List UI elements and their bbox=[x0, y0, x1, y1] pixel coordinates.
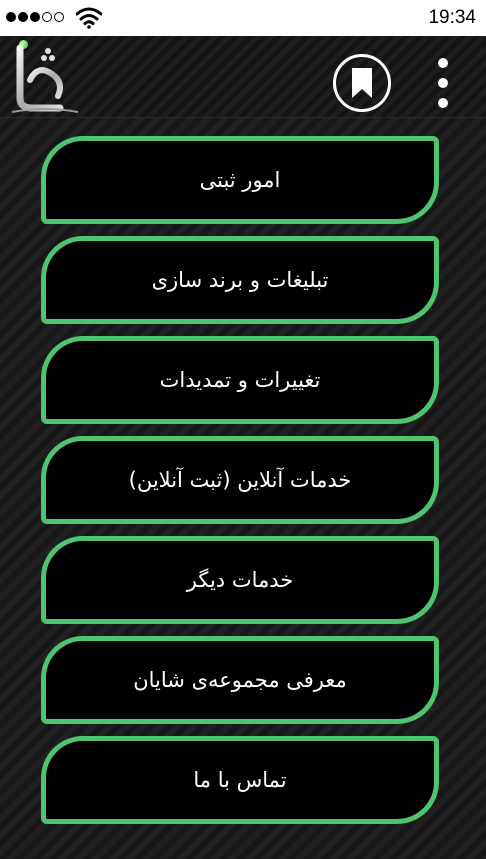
menu-item-online-services[interactable]: خدمات آنلاین (ثبت آنلاین) bbox=[41, 436, 439, 524]
menu-dot-icon bbox=[438, 98, 448, 108]
wifi-icon bbox=[76, 7, 102, 29]
menu-item-advertising-branding[interactable]: تبلیغات و برند سازی bbox=[41, 236, 439, 324]
menu-dot-icon bbox=[438, 78, 448, 88]
status-bar: 19:34 bbox=[0, 0, 486, 36]
menu-item-changes-renewals[interactable]: تغییرات و تمدیدات bbox=[41, 336, 439, 424]
overflow-menu-button[interactable] bbox=[430, 56, 456, 110]
main-menu: امور ثبتی تبلیغات و برند سازی تغییرات و … bbox=[41, 136, 439, 836]
menu-item-other-services[interactable]: خدمات دیگر bbox=[41, 536, 439, 624]
status-time: 19:34 bbox=[428, 7, 476, 28]
bookmark-icon bbox=[352, 68, 372, 98]
app-header bbox=[0, 36, 486, 118]
menu-item-label: تبلیغات و برند سازی bbox=[151, 268, 329, 292]
menu-item-label: معرفی مجموعه‌ی شایان bbox=[133, 668, 347, 692]
menu-item-registration-affairs[interactable]: امور ثبتی bbox=[41, 136, 439, 224]
menu-item-label: خدمات دیگر bbox=[186, 568, 294, 592]
menu-item-label: خدمات آنلاین (ثبت آنلاین) bbox=[128, 468, 352, 492]
menu-item-label: تغییرات و تمدیدات bbox=[159, 368, 321, 392]
signal-strength-icon bbox=[6, 12, 64, 22]
menu-item-label: امور ثبتی bbox=[199, 168, 281, 192]
menu-item-contact-us[interactable]: تماس با ما bbox=[41, 736, 439, 824]
menu-item-label: تماس با ما bbox=[193, 768, 287, 792]
shayan-logo-icon bbox=[11, 44, 79, 113]
bookmark-button[interactable] bbox=[333, 54, 391, 112]
menu-item-about-shayan[interactable]: معرفی مجموعه‌ی شایان bbox=[41, 636, 439, 724]
menu-dot-icon bbox=[438, 58, 448, 68]
